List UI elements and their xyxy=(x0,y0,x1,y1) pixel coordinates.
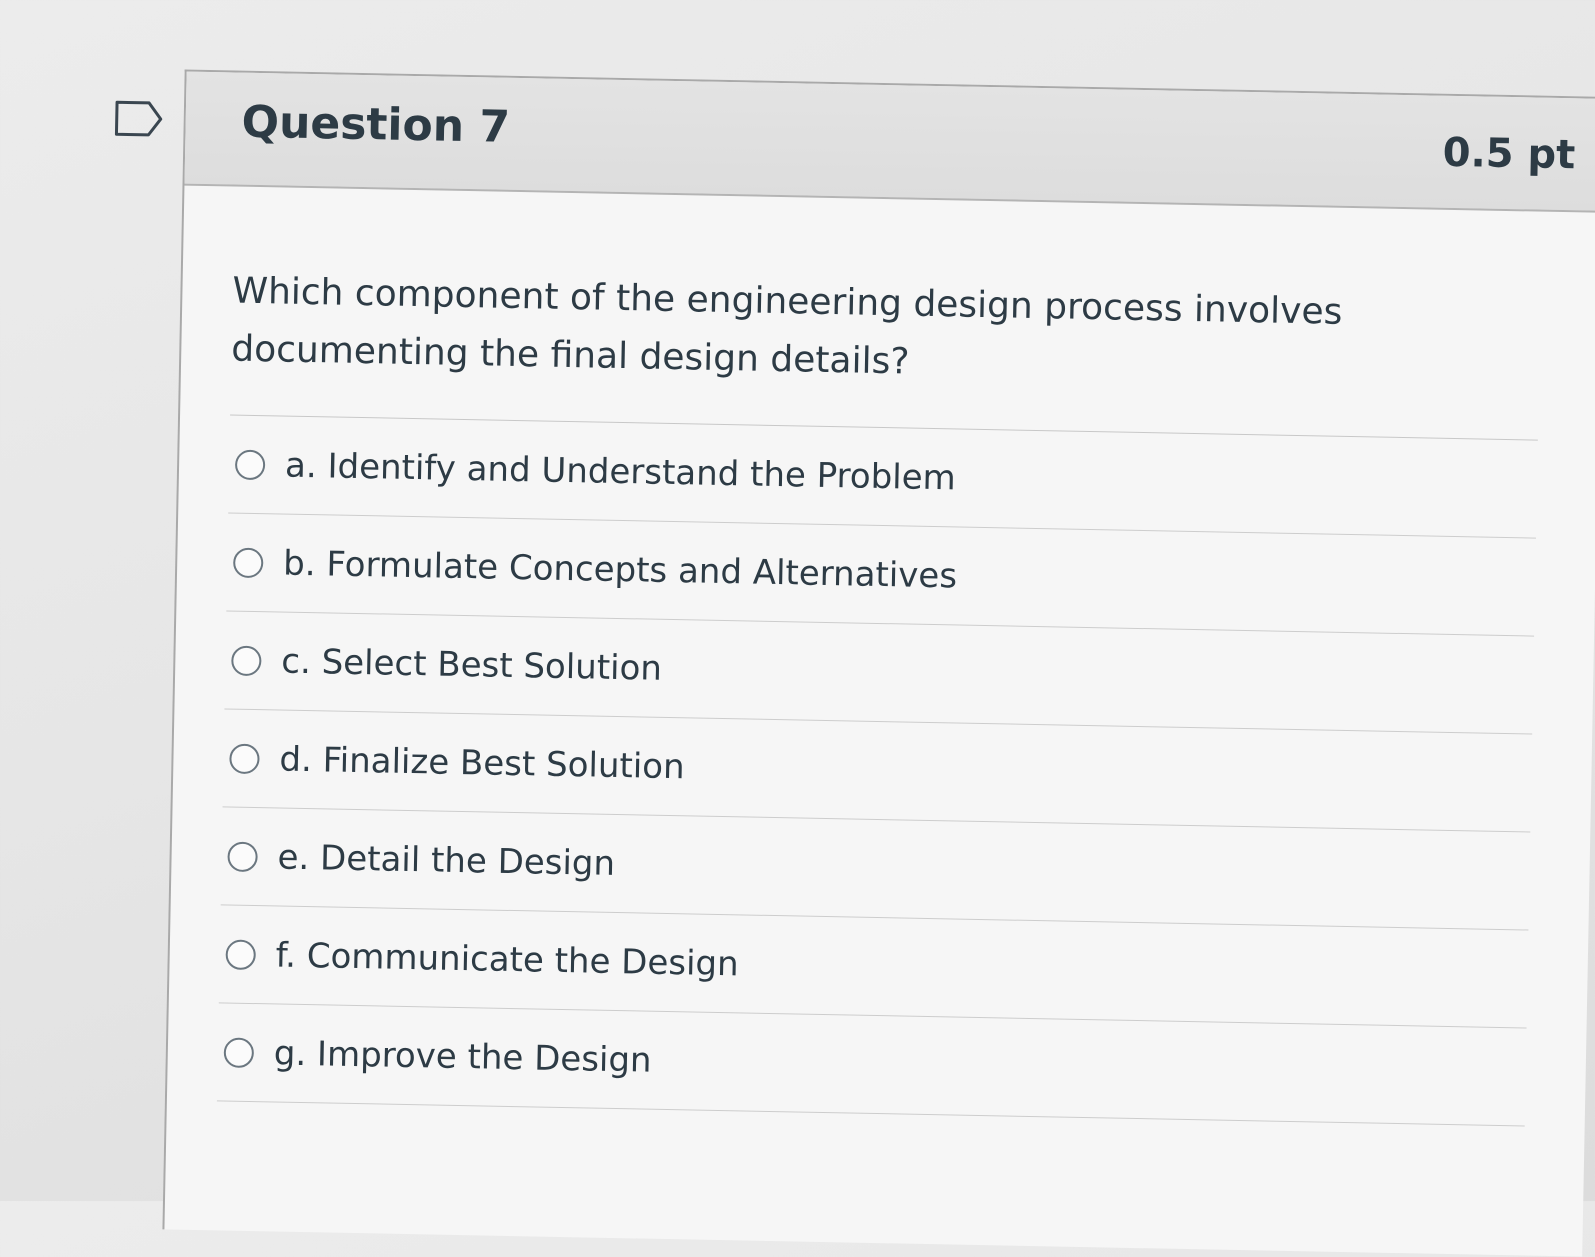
answer-label-g: g. Improve the Design xyxy=(273,1032,652,1081)
flag-question-icon[interactable] xyxy=(114,98,165,139)
answer-list: a. Identify and Understand the Problem b… xyxy=(216,414,1538,1127)
question-title: Question 7 xyxy=(241,96,511,153)
radio-button-c[interactable] xyxy=(231,645,262,676)
question-text: Which component of the engineering desig… xyxy=(230,270,1343,383)
radio-button-f[interactable] xyxy=(225,939,257,970)
radio-button-a[interactable] xyxy=(234,449,266,480)
answer-label-f: f. Communicate the Design xyxy=(275,934,740,984)
answer-label-c: c. Select Best Solution xyxy=(280,641,663,689)
quiz-page: Question 7 0.5 pt Which component of the… xyxy=(0,0,1595,1257)
radio-button-d[interactable] xyxy=(229,743,260,774)
radio-button-b[interactable] xyxy=(232,547,264,578)
answer-label-a: a. Identify and Understand the Problem xyxy=(284,445,957,498)
question-points: 0.5 pt xyxy=(1442,129,1576,179)
radio-button-g[interactable] xyxy=(223,1036,255,1068)
answer-label-e: e. Detail the Design xyxy=(277,836,616,884)
answer-label-b: b. Formulate Concepts and Alternatives xyxy=(282,543,958,596)
answer-label-d: d. Finalize Best Solution xyxy=(279,739,685,787)
question-card: Question 7 0.5 pt Which component of the… xyxy=(162,69,1595,1257)
radio-button-e[interactable] xyxy=(227,841,258,872)
question-body: Which component of the engineering desig… xyxy=(167,186,1595,1128)
